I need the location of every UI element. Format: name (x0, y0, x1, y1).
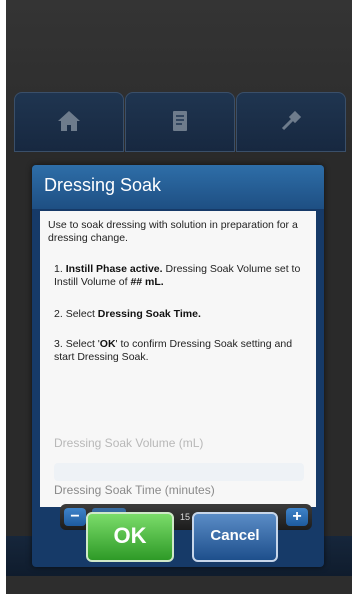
step-1-bold: Instill Phase active. (65, 263, 163, 275)
home-icon (58, 111, 80, 131)
step-2: 2. Select Dressing Soak Time. (54, 308, 304, 321)
intro-text: Use to soak dressing with solution in pr… (48, 219, 298, 244)
ok-button[interactable]: OK (86, 512, 174, 562)
step-3-text-a: Select ' (65, 338, 100, 350)
tab-bar (14, 92, 346, 152)
tab-home[interactable] (14, 92, 124, 152)
step-1: 1. Instill Phase active. Dressing Soak V… (54, 263, 304, 289)
volume-field-disabled (54, 463, 304, 481)
dialog-body: Use to soak dressing with solution in pr… (40, 211, 316, 530)
dressing-soak-dialog: Dressing Soak Use to soak dressing with … (32, 165, 324, 567)
time-label: Dressing Soak Time (minutes) (54, 483, 215, 497)
step-2-bold: Dressing Soak Time. (97, 308, 201, 320)
dialog-header: Dressing Soak (32, 165, 324, 209)
document-icon (173, 111, 187, 131)
volume-label: Dressing Soak Volume (mL) (54, 436, 204, 450)
step-1-number: 1. (54, 263, 63, 275)
step-1-value: ## mL. (130, 276, 164, 288)
decrease-button[interactable]: − (64, 508, 86, 526)
step-3-bold: OK (99, 338, 116, 350)
background-screen (6, 0, 352, 152)
tab-document[interactable] (125, 92, 235, 152)
step-3: 3. Select 'OK' to confirm Dressing Soak … (54, 338, 304, 364)
step-2-number: 2. (54, 308, 63, 320)
tools-icon (281, 110, 302, 131)
cancel-button[interactable]: Cancel (192, 512, 278, 562)
step-2-text: Select (65, 308, 98, 320)
dialog-title: Dressing Soak (44, 175, 162, 195)
increase-button[interactable]: + (286, 508, 308, 526)
step-3-number: 3. (54, 338, 63, 350)
tab-tools[interactable] (236, 92, 346, 152)
